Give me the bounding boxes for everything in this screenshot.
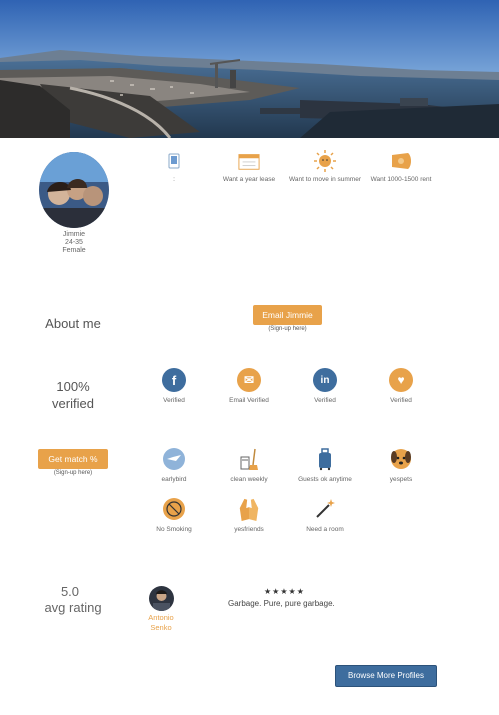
reviewer-last-name: Senko	[150, 623, 172, 632]
trait-yespets: yespets	[359, 447, 443, 483]
trait-yesfriends: yesfriends	[207, 497, 291, 533]
browse-more-profiles-button[interactable]: Browse More Profiles	[335, 665, 437, 687]
trait-earlybird: earlybird	[132, 447, 216, 483]
profile-avatar	[39, 152, 109, 228]
trait-guests: Guests ok anytime	[283, 447, 367, 483]
dog-icon	[389, 447, 413, 471]
facebook-icon: f	[162, 368, 186, 392]
reviewer-first-name: Antonio	[148, 613, 174, 622]
email-icon: ✉	[237, 368, 261, 392]
avg-rating-label: avg rating	[44, 600, 102, 615]
broom-icon	[237, 447, 261, 471]
badge-linkedin: in Verified	[283, 368, 367, 404]
no-smoking-icon	[162, 497, 186, 521]
review-stars: ★★★★★	[264, 587, 305, 596]
luggage-icon	[313, 447, 337, 471]
verified-label: verified	[52, 396, 94, 411]
get-match-button[interactable]: Get match %	[38, 449, 108, 469]
profile-name: Jimmie	[62, 231, 86, 238]
heart-icon: ♥	[389, 368, 413, 392]
trait-no-smoking: No Smoking	[132, 497, 216, 533]
badge-email: ✉ Email Verified	[207, 368, 291, 404]
trait-need-room: Need a room	[283, 497, 367, 533]
badge-facebook: f Verified	[132, 368, 216, 404]
phone-icon	[163, 150, 185, 172]
hero-banner-image	[0, 0, 499, 138]
pref-move-in: Want to move in summer	[283, 150, 367, 184]
profile-gender: Female	[62, 247, 86, 254]
verified-percent: 100%	[56, 379, 90, 394]
money-icon	[390, 150, 412, 172]
bird-icon	[162, 447, 186, 471]
avg-rating-score: 5.0	[60, 584, 80, 599]
match-signup-link[interactable]: (Sign-up here)	[38, 470, 108, 476]
pref-rent: Want 1000-1500 rent	[359, 150, 443, 184]
calendar-icon	[238, 150, 260, 172]
sun-icon	[314, 150, 336, 172]
badge-heart: ♥ Verified	[359, 368, 443, 404]
profile-info: Jimmie 24-35 Female	[44, 231, 104, 255]
pref-lease: Want a year lease	[207, 150, 291, 184]
pref-contact: :	[132, 150, 216, 184]
trait-clean-weekly: clean weekly	[207, 447, 291, 483]
profile-age-range: 24-35	[65, 239, 83, 246]
about-heading: About me	[45, 316, 101, 331]
email-button[interactable]: Email Jimmie	[253, 305, 322, 325]
review-text: Garbage. Pure, pure garbage.	[228, 599, 335, 608]
high-five-icon	[237, 497, 261, 521]
email-signup-link[interactable]: (Sign-up here)	[253, 326, 322, 332]
magic-wand-icon	[313, 497, 337, 521]
reviewer-name[interactable]: Antonio Senko	[141, 613, 181, 633]
reviewer-avatar[interactable]	[149, 586, 174, 611]
linkedin-icon: in	[313, 368, 337, 392]
verified-heading: 100% verified	[18, 378, 128, 412]
